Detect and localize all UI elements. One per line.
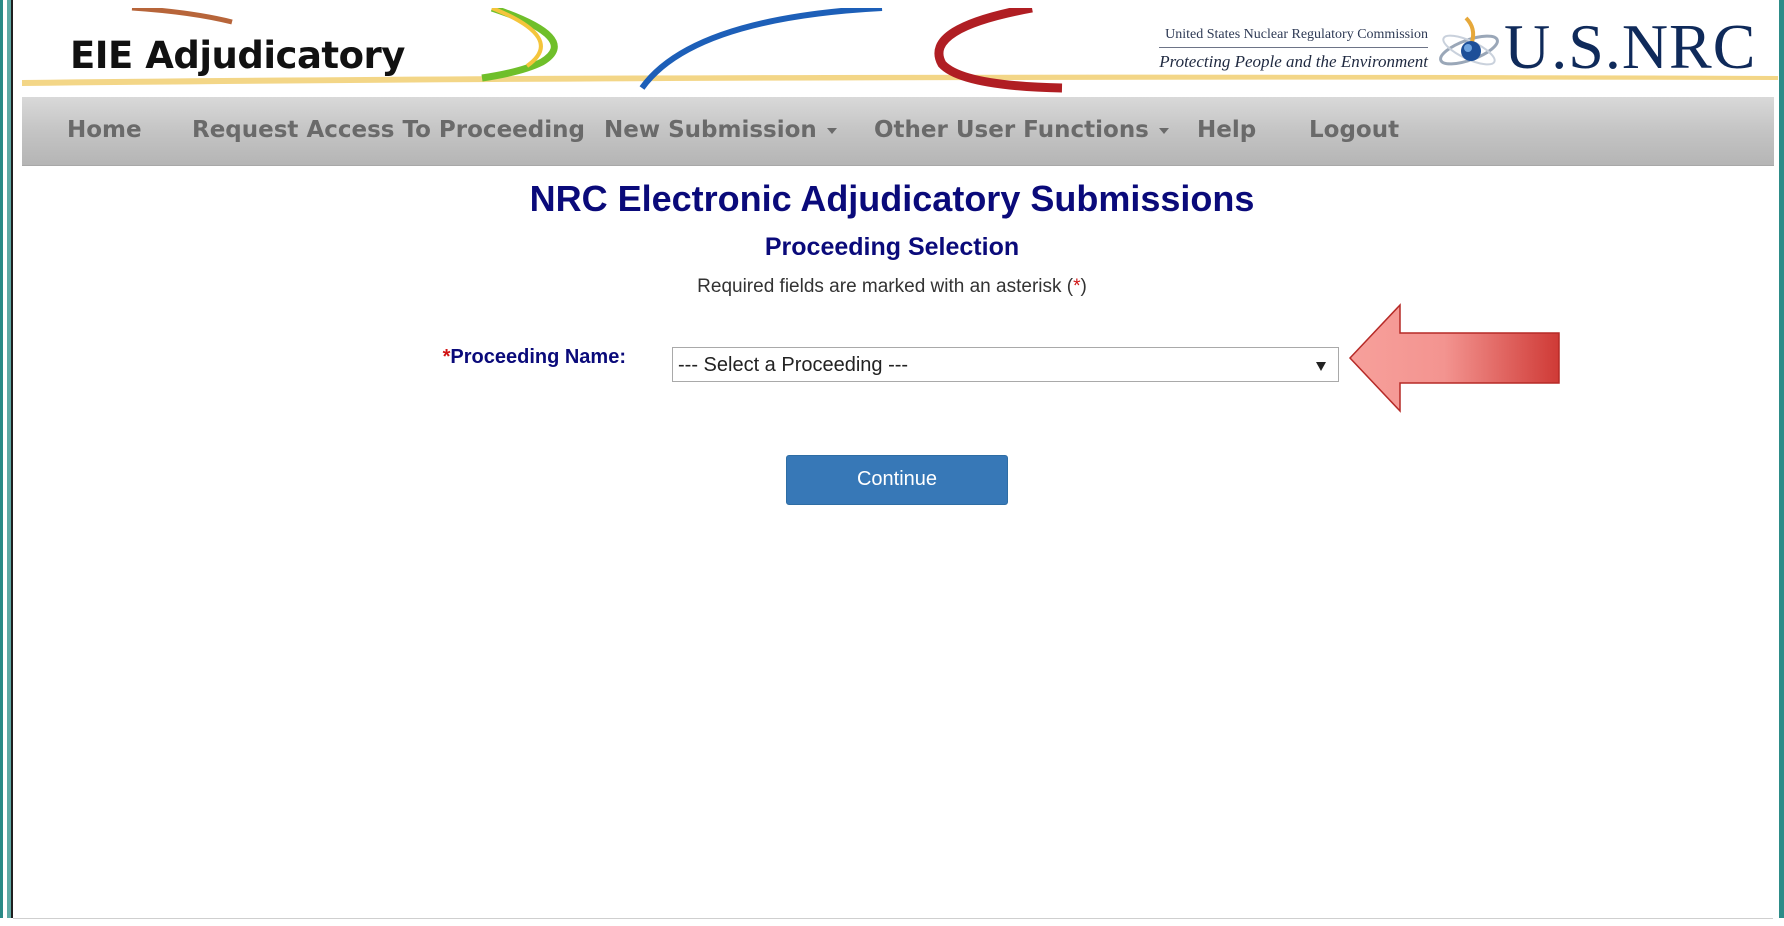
nav-request-access[interactable]: Request Access To Proceeding xyxy=(192,97,585,165)
nav-logout-label: Logout xyxy=(1309,117,1400,143)
window-frame-left xyxy=(0,0,17,918)
nrc-atom-logo-icon xyxy=(1439,16,1499,66)
required-note-prefix: Required fields are marked with an aster… xyxy=(697,276,1074,297)
nrc-logo-text: U.S.NRC xyxy=(1504,11,1757,82)
nav-request-access-label: Request Access To Proceeding xyxy=(192,117,585,143)
agency-name-block: United States Nuclear Regulatory Commiss… xyxy=(1159,26,1428,72)
proceeding-name-label: *Proceeding Name: xyxy=(380,346,626,369)
site-banner: EIE Adjudicatory United States Nuclear R… xyxy=(22,8,1778,93)
app-title: EIE Adjudicatory xyxy=(70,34,405,77)
page-subtitle: Proceeding Selection xyxy=(764,233,1020,261)
nav-other-user-functions-label: Other User Functions xyxy=(874,117,1149,143)
page-title: NRC Electronic Adjudicatory Submissions xyxy=(529,178,1255,219)
left-arrow-callout-icon xyxy=(1348,303,1560,413)
nav-logout[interactable]: Logout xyxy=(1309,97,1399,165)
required-note-suffix: ) xyxy=(1080,276,1087,297)
agency-divider xyxy=(1159,47,1428,48)
agency-name: United States Nuclear Regulatory Commiss… xyxy=(1165,27,1428,42)
window-frame-right xyxy=(1776,0,1784,918)
nav-help-label: Help xyxy=(1197,117,1257,143)
proceeding-select-value: --- Select a Proceeding --- xyxy=(678,354,909,376)
required-note-asterisk: * xyxy=(1073,276,1081,297)
nav-help[interactable]: Help xyxy=(1197,97,1256,165)
window-frame-bottom xyxy=(0,918,1784,926)
browser-window: EIE Adjudicatory United States Nuclear R… xyxy=(0,0,1784,926)
nav-home[interactable]: Home xyxy=(67,97,142,165)
nav-home-label: Home xyxy=(67,117,142,143)
caret-down-icon xyxy=(1158,127,1169,134)
required-fields-note: Required fields are marked with an aster… xyxy=(0,276,1784,298)
proceeding-name-label-text: Proceeding Name: xyxy=(450,346,626,368)
nav-new-submission[interactable]: New Submission xyxy=(604,97,837,165)
proceeding-select[interactable]: --- Select a Proceeding --- xyxy=(672,347,1339,382)
nav-other-user-functions[interactable]: Other User Functions xyxy=(874,97,1169,165)
main-navbar: Home Request Access To Proceeding New Su… xyxy=(22,97,1774,166)
nav-new-submission-label: New Submission xyxy=(604,117,817,143)
caret-down-icon xyxy=(826,127,837,134)
continue-button[interactable]: Continue xyxy=(786,455,1008,505)
triangle-down-icon xyxy=(1316,362,1326,371)
agency-tagline: Protecting People and the Environment xyxy=(1159,52,1428,71)
